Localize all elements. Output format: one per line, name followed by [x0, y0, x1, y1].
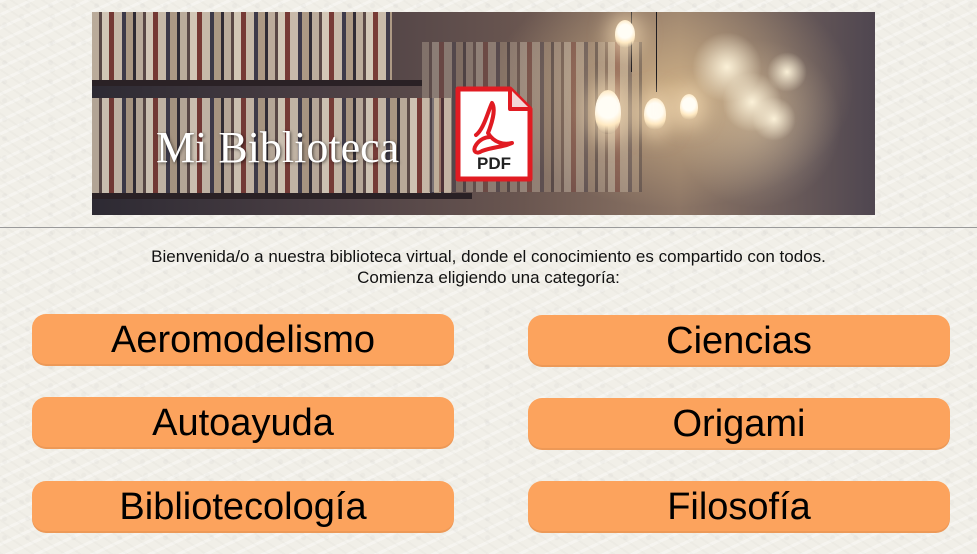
intro-line-1: Bienvenida/o a nuestra biblioteca virtua…	[151, 247, 826, 266]
category-label: Aeromodelismo	[111, 318, 375, 361]
category-label: Filosofía	[667, 485, 811, 528]
bookshelf-image	[92, 12, 392, 80]
lamp-wire	[656, 12, 657, 92]
category-button-autoayuda[interactable]: Autoayuda	[32, 397, 454, 449]
category-label: Bibliotecología	[119, 485, 367, 528]
category-button-filosofia[interactable]: Filosofía	[528, 481, 950, 533]
category-button-origami[interactable]: Origami	[528, 398, 950, 450]
light-glow	[752, 97, 796, 141]
site-title: Mi Biblioteca	[156, 123, 400, 172]
category-button-aeromodelismo[interactable]: Aeromodelismo	[32, 314, 454, 366]
shelf-board	[92, 80, 422, 86]
shelf-board	[92, 193, 472, 199]
lamp-bulb	[680, 94, 698, 120]
lamp-bulb	[595, 90, 621, 134]
pdf-file-icon[interactable]: PDF	[454, 85, 534, 183]
intro-text: Bienvenida/o a nuestra biblioteca virtua…	[0, 246, 977, 288]
light-glow	[767, 52, 807, 92]
header-divider	[0, 227, 977, 228]
category-button-bibliotecologia[interactable]: Bibliotecología	[32, 481, 454, 533]
category-label: Origami	[672, 402, 806, 445]
lamp-bulb	[644, 98, 666, 130]
pdf-icon-label: PDF	[477, 154, 511, 173]
category-button-ciencias[interactable]: Ciencias	[528, 315, 950, 367]
header-banner: Mi Biblioteca PDF	[92, 12, 875, 215]
intro-line-2: Comienza eligiendo una categoría:	[357, 268, 620, 287]
category-label: Ciencias	[666, 319, 812, 362]
lamp-bulb	[615, 20, 635, 48]
category-label: Autoayuda	[152, 401, 334, 444]
